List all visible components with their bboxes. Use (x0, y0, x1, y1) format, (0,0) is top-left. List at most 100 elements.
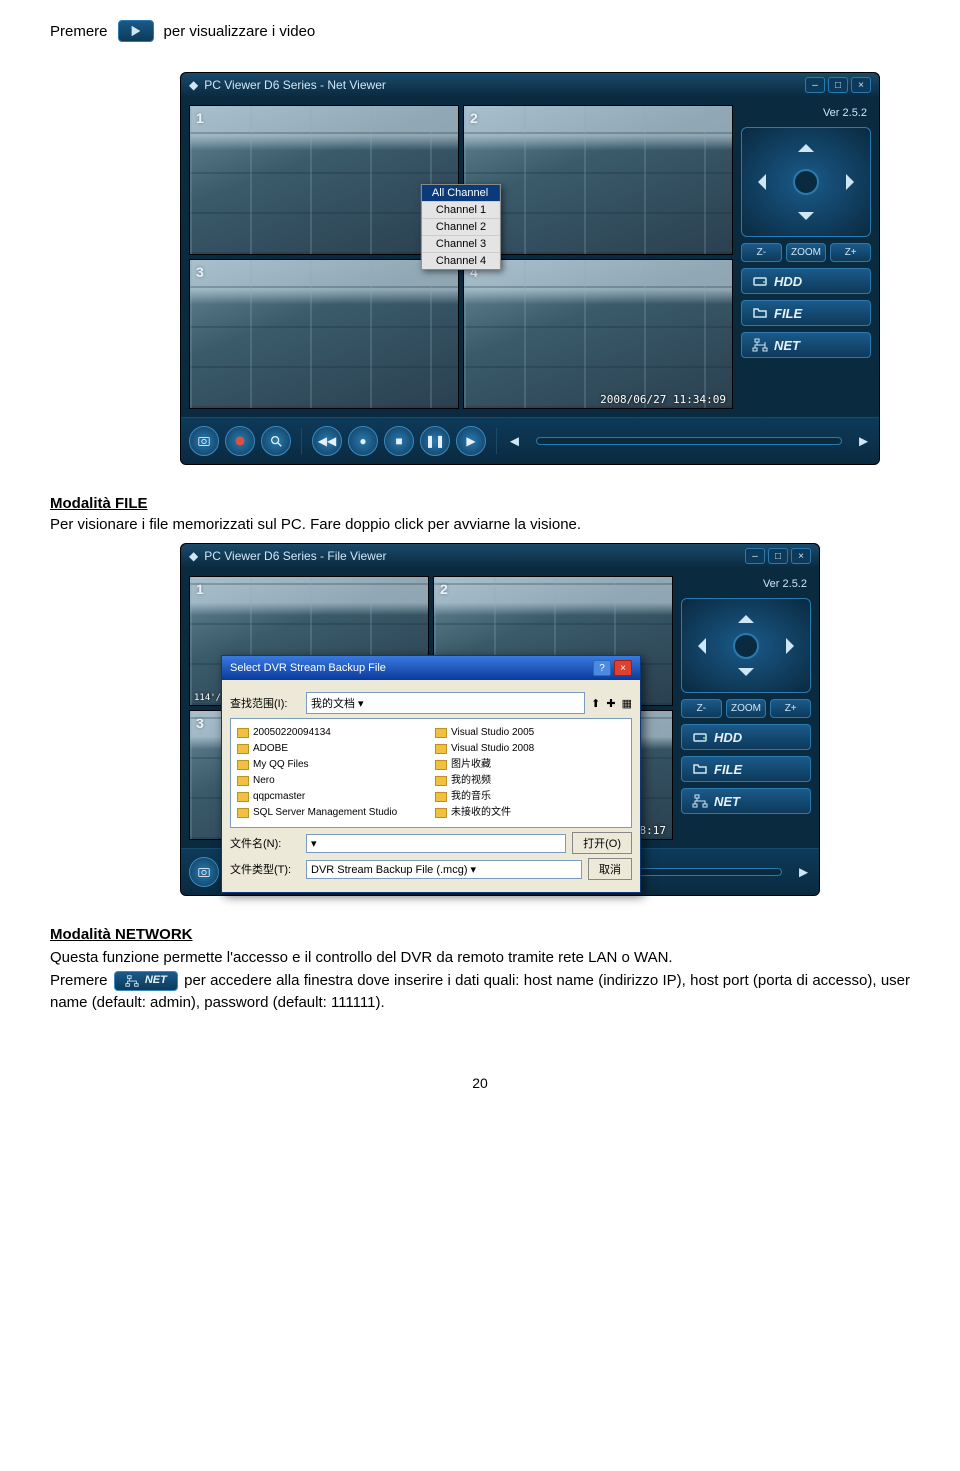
file-open-dialog: Select DVR Stream Backup File ? × 查找范围(I… (221, 655, 641, 893)
ptz-right-icon[interactable] (786, 638, 802, 654)
dialog-titlebar: Select DVR Stream Backup File ? × (222, 656, 640, 680)
hdd-icon (692, 729, 708, 745)
cancel-button[interactable]: 取消 (588, 858, 632, 880)
hdd-button[interactable]: HDD (681, 724, 811, 750)
up-folder-icon[interactable]: ⬆ (591, 697, 600, 710)
ptz-center-icon[interactable] (733, 633, 759, 659)
ptz-down-icon[interactable] (798, 212, 814, 228)
stop-button[interactable]: ■ (384, 426, 414, 456)
list-item[interactable]: 未接收的文件 (435, 805, 625, 821)
list-item[interactable]: ADOBE (237, 741, 427, 757)
intro-press: Premere (50, 23, 108, 40)
hdd-icon (752, 273, 768, 289)
press-label: Premere (50, 972, 108, 989)
camera-3[interactable]: 3 (189, 259, 459, 409)
hdd-label: HDD (714, 730, 742, 745)
network-line1: Questa funzione permette l'accesso e il … (50, 947, 910, 970)
file-list[interactable]: 20050220094134 ADOBE My QQ Files Nero qq… (230, 718, 632, 828)
ctx-item[interactable]: Channel 3 (422, 235, 500, 252)
filename-input[interactable]: ▾ (306, 834, 566, 853)
volume-down-icon[interactable]: ◄ (507, 433, 522, 450)
dialog-close-button[interactable]: × (614, 660, 632, 676)
list-item[interactable]: SQL Server Management Studio (237, 805, 427, 821)
minimize-button[interactable]: – (805, 77, 825, 93)
zoom-out-button[interactable]: Z- (681, 699, 722, 718)
network-icon (692, 793, 708, 809)
ptz-right-icon[interactable] (846, 174, 862, 190)
hdd-button[interactable]: HDD (741, 268, 871, 294)
channel-context-menu[interactable]: All Channel Channel 1 Channel 2 Channel … (421, 184, 501, 270)
prev-button[interactable]: ◀◀ (312, 426, 342, 456)
net-button-inline[interactable]: NET (114, 971, 178, 991)
file-button[interactable]: FILE (681, 756, 811, 782)
search-button[interactable] (261, 426, 291, 456)
play-button[interactable]: ● (348, 426, 378, 456)
zoom-in-button[interactable]: Z+ (770, 699, 811, 718)
ctx-item[interactable]: Channel 1 (422, 201, 500, 218)
filename-label: 文件名(N): (230, 835, 300, 851)
ptz-control[interactable] (681, 598, 811, 693)
maximize-button[interactable]: □ (768, 548, 788, 564)
titlebar: ◆ PC Viewer D6 Series - Net Viewer – □ × (181, 73, 879, 97)
net-label: NET (714, 794, 740, 809)
file-label: FILE (714, 762, 742, 777)
window-title: PC Viewer D6 Series - File Viewer (204, 549, 386, 563)
filetype-select[interactable]: DVR Stream Backup File (.mcg) ▾ (306, 860, 582, 879)
camera-4[interactable]: 4 2008/06/27 11:34:09 (463, 259, 733, 409)
network-line2-tail: per accedere alla finestra dove inserire… (50, 972, 910, 1012)
zoom-out-button[interactable]: Z- (741, 243, 782, 262)
dialog-title: Select DVR Stream Backup File (230, 662, 386, 674)
zoom-in-button[interactable]: Z+ (830, 243, 871, 262)
dialog-help-button[interactable]: ? (593, 660, 611, 676)
net-button[interactable]: NET (741, 332, 871, 358)
list-item[interactable]: 20050220094134 (237, 725, 427, 741)
version-label: Ver 2.5.2 (681, 576, 811, 592)
next-button[interactable]: ▶ (456, 426, 486, 456)
ptz-center-icon[interactable] (793, 169, 819, 195)
folder-icon (752, 305, 768, 321)
play-icon (129, 24, 143, 38)
file-label: FILE (774, 306, 802, 321)
volume-up-icon[interactable]: ► (796, 864, 811, 881)
page-number: 20 (50, 1075, 910, 1091)
capture-button[interactable] (189, 426, 219, 456)
net-button[interactable]: NET (681, 788, 811, 814)
new-folder-icon[interactable]: ✚ (606, 697, 615, 710)
close-button[interactable]: × (851, 77, 871, 93)
titlebar: ◆ PC Viewer D6 Series - File Viewer – □ … (181, 544, 819, 568)
ptz-left-icon[interactable] (750, 174, 766, 190)
list-item[interactable]: Visual Studio 2005 (435, 725, 625, 741)
list-item[interactable]: 我的音乐 (435, 789, 625, 805)
window-title: PC Viewer D6 Series - Net Viewer (204, 78, 386, 92)
list-item[interactable]: My QQ Files (237, 757, 427, 773)
play-button-inline[interactable] (118, 20, 154, 42)
list-item[interactable]: Visual Studio 2008 (435, 741, 625, 757)
hdd-label: HDD (774, 274, 802, 289)
record-button[interactable] (225, 426, 255, 456)
network-icon (752, 337, 768, 353)
look-in-select[interactable]: 我的文档 ▾ (306, 692, 585, 714)
view-menu-icon[interactable]: ▦ (622, 697, 632, 710)
camera-2[interactable]: 2 (463, 105, 733, 255)
camera-1[interactable]: 1 (189, 105, 459, 255)
volume-up-icon[interactable]: ► (856, 433, 871, 450)
open-button[interactable]: 打开(O) (572, 832, 632, 854)
ctx-item[interactable]: Channel 2 (422, 218, 500, 235)
close-button[interactable]: × (791, 548, 811, 564)
volume-slider[interactable] (536, 437, 842, 445)
ctx-item[interactable]: Channel 4 (422, 252, 500, 269)
capture-button[interactable] (189, 857, 219, 887)
ptz-up-icon[interactable] (798, 136, 814, 152)
maximize-button[interactable]: □ (828, 77, 848, 93)
minimize-button[interactable]: – (745, 548, 765, 564)
list-item[interactable]: qqpcmaster (237, 789, 427, 805)
file-button[interactable]: FILE (741, 300, 871, 326)
ptz-left-icon[interactable] (690, 638, 706, 654)
list-item[interactable]: 图片收藏 (435, 757, 625, 773)
ptz-up-icon[interactable] (738, 607, 754, 623)
pause-button[interactable]: ❚❚ (420, 426, 450, 456)
list-item[interactable]: 我的视频 (435, 773, 625, 789)
ptz-control[interactable] (741, 127, 871, 237)
ptz-down-icon[interactable] (738, 668, 754, 684)
list-item[interactable]: Nero (237, 773, 427, 789)
